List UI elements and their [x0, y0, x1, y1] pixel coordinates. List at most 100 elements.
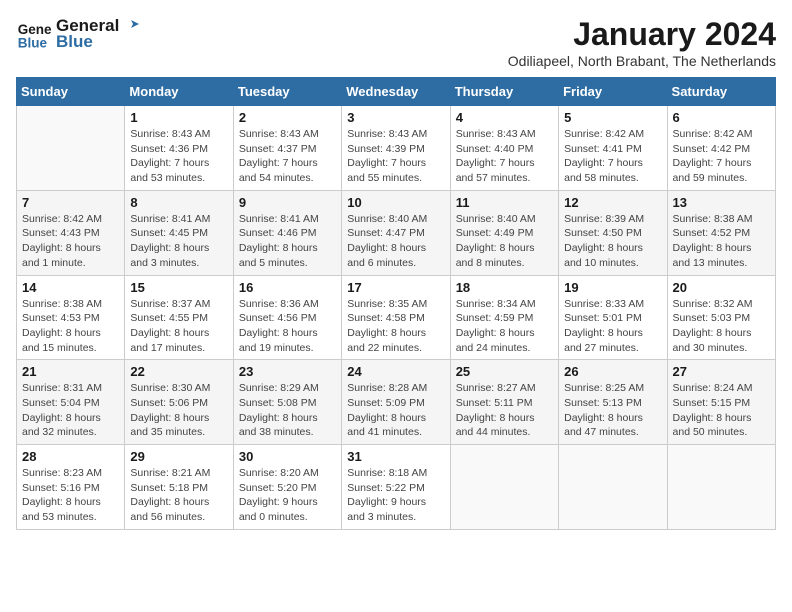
calendar-week-2: 7Sunrise: 8:42 AMSunset: 4:43 PMDaylight…: [17, 190, 776, 275]
calendar-cell: 20 Sunrise: 8:32 AMSunset: 5:03 PMDayligh…: [667, 275, 775, 360]
calendar-cell: 21Sunrise: 8:31 AMSunset: 5:04 PMDayligh…: [17, 360, 125, 445]
day-number: 17: [347, 280, 444, 295]
day-number: 22: [130, 364, 227, 379]
header-friday: Friday: [559, 78, 667, 106]
day-info: Sunrise: 8:40 AMSunset: 4:47 PMDaylight:…: [347, 212, 444, 271]
day-number: 14: [22, 280, 119, 295]
header-sunday: Sunday: [17, 78, 125, 106]
day-number: 26: [564, 364, 661, 379]
header-monday: Monday: [125, 78, 233, 106]
calendar-cell: 4 Sunrise: 8:43 AMSunset: 4:40 PMDaylight…: [450, 106, 558, 191]
calendar-cell: 15 Sunrise: 8:37 AMSunset: 4:55 PMDayligh…: [125, 275, 233, 360]
day-info: Sunrise: 8:42 AMSunset: 4:43 PMDaylight:…: [22, 212, 119, 271]
calendar-cell: 17 Sunrise: 8:35 AMSunset: 4:58 PMDayligh…: [342, 275, 450, 360]
calendar-week-5: 28Sunrise: 8:23 AMSunset: 5:16 PMDayligh…: [17, 445, 776, 530]
day-number: 1: [130, 110, 227, 125]
calendar-cell: 23 Sunrise: 8:29 AMSunset: 5:08 PMDayligh…: [233, 360, 341, 445]
calendar-cell: [450, 445, 558, 530]
header-thursday: Thursday: [450, 78, 558, 106]
calendar-cell: 27 Sunrise: 8:24 AMSunset: 5:15 PMDayligh…: [667, 360, 775, 445]
calendar-cell: 26Sunrise: 8:25 AMSunset: 5:13 PMDayligh…: [559, 360, 667, 445]
calendar-cell: 16 Sunrise: 8:36 AMSunset: 4:56 PMDayligh…: [233, 275, 341, 360]
calendar-cell: [667, 445, 775, 530]
day-info: Sunrise: 8:43 AMSunset: 4:36 PMDaylight:…: [130, 127, 227, 186]
day-number: 6: [673, 110, 770, 125]
day-info: Sunrise: 8:29 AMSunset: 5:08 PMDaylight:…: [239, 381, 336, 440]
day-number: 11: [456, 195, 553, 210]
location-subtitle: Odiliapeel, North Brabant, The Netherlan…: [508, 53, 776, 69]
day-number: 5: [564, 110, 661, 125]
day-number: 27: [673, 364, 770, 379]
day-number: 24: [347, 364, 444, 379]
header-saturday: Saturday: [667, 78, 775, 106]
calendar-cell: 14Sunrise: 8:38 AMSunset: 4:53 PMDayligh…: [17, 275, 125, 360]
day-info: Sunrise: 8:23 AMSunset: 5:16 PMDaylight:…: [22, 466, 119, 525]
calendar-cell: 24 Sunrise: 8:28 AMSunset: 5:09 PMDayligh…: [342, 360, 450, 445]
calendar-cell: 13Sunrise: 8:38 AMSunset: 4:52 PMDayligh…: [667, 190, 775, 275]
day-info: Sunrise: 8:43 AMSunset: 4:40 PMDaylight:…: [456, 127, 553, 186]
logo-bird-icon: [121, 18, 139, 34]
day-info: Sunrise: 8:28 AMSunset: 5:09 PMDaylight:…: [347, 381, 444, 440]
day-info: Sunrise: 8:32 AMSunset: 5:03 PMDaylight:…: [673, 297, 770, 356]
day-number: 19: [564, 280, 661, 295]
day-info: Sunrise: 8:30 AMSunset: 5:06 PMDaylight:…: [130, 381, 227, 440]
day-number: 3: [347, 110, 444, 125]
calendar-cell: 5 Sunrise: 8:42 AMSunset: 4:41 PMDaylight…: [559, 106, 667, 191]
day-number: 23: [239, 364, 336, 379]
day-info: Sunrise: 8:41 AMSunset: 4:46 PMDaylight:…: [239, 212, 336, 271]
calendar-cell: 6Sunrise: 8:42 AMSunset: 4:42 PMDaylight…: [667, 106, 775, 191]
logo: General Blue General Blue: [16, 16, 139, 52]
day-info: Sunrise: 8:43 AMSunset: 4:39 PMDaylight:…: [347, 127, 444, 186]
day-info: Sunrise: 8:21 AMSunset: 5:18 PMDaylight:…: [130, 466, 227, 525]
page-header: General Blue General Blue January 2024 O…: [16, 16, 776, 69]
day-number: 29: [130, 449, 227, 464]
calendar-cell: 19 Sunrise: 8:33 AMSunset: 5:01 PMDayligh…: [559, 275, 667, 360]
calendar-cell: 11Sunrise: 8:40 AMSunset: 4:49 PMDayligh…: [450, 190, 558, 275]
day-info: Sunrise: 8:34 AMSunset: 4:59 PMDaylight:…: [456, 297, 553, 356]
day-info: Sunrise: 8:35 AMSunset: 4:58 PMDaylight:…: [347, 297, 444, 356]
day-number: 30: [239, 449, 336, 464]
day-info: Sunrise: 8:33 AMSunset: 5:01 PMDaylight:…: [564, 297, 661, 356]
header-wednesday: Wednesday: [342, 78, 450, 106]
calendar-header-row: Sunday Monday Tuesday Wednesday Thursday…: [17, 78, 776, 106]
day-info: Sunrise: 8:18 AMSunset: 5:22 PMDaylight:…: [347, 466, 444, 525]
day-info: Sunrise: 8:36 AMSunset: 4:56 PMDaylight:…: [239, 297, 336, 356]
calendar-cell: 30 Sunrise: 8:20 AMSunset: 5:20 PMDayligh…: [233, 445, 341, 530]
day-info: Sunrise: 8:20 AMSunset: 5:20 PMDaylight:…: [239, 466, 336, 525]
day-number: 20: [673, 280, 770, 295]
calendar-cell: 12 Sunrise: 8:39 AMSunset: 4:50 PMDayligh…: [559, 190, 667, 275]
calendar-cell: 9 Sunrise: 8:41 AMSunset: 4:46 PMDaylight…: [233, 190, 341, 275]
day-number: 2: [239, 110, 336, 125]
day-number: 8: [130, 195, 227, 210]
calendar-cell: 2 Sunrise: 8:43 AMSunset: 4:37 PMDaylight…: [233, 106, 341, 191]
svg-text:Blue: Blue: [18, 36, 48, 51]
day-info: Sunrise: 8:27 AMSunset: 5:11 PMDaylight:…: [456, 381, 553, 440]
day-number: 12: [564, 195, 661, 210]
day-number: 4: [456, 110, 553, 125]
month-title: January 2024: [508, 16, 776, 53]
calendar-cell: [559, 445, 667, 530]
day-number: 25: [456, 364, 553, 379]
day-number: 10: [347, 195, 444, 210]
calendar-table: Sunday Monday Tuesday Wednesday Thursday…: [16, 77, 776, 530]
calendar-cell: 3 Sunrise: 8:43 AMSunset: 4:39 PMDaylight…: [342, 106, 450, 191]
calendar-cell: 31Sunrise: 8:18 AMSunset: 5:22 PMDayligh…: [342, 445, 450, 530]
day-number: 16: [239, 280, 336, 295]
day-info: Sunrise: 8:39 AMSunset: 4:50 PMDaylight:…: [564, 212, 661, 271]
day-info: Sunrise: 8:24 AMSunset: 5:15 PMDaylight:…: [673, 381, 770, 440]
calendar-cell: [17, 106, 125, 191]
calendar-cell: 25 Sunrise: 8:27 AMSunset: 5:11 PMDayligh…: [450, 360, 558, 445]
day-info: Sunrise: 8:41 AMSunset: 4:45 PMDaylight:…: [130, 212, 227, 271]
calendar-week-4: 21Sunrise: 8:31 AMSunset: 5:04 PMDayligh…: [17, 360, 776, 445]
calendar-week-3: 14Sunrise: 8:38 AMSunset: 4:53 PMDayligh…: [17, 275, 776, 360]
day-info: Sunrise: 8:43 AMSunset: 4:37 PMDaylight:…: [239, 127, 336, 186]
calendar-cell: 18 Sunrise: 8:34 AMSunset: 4:59 PMDayligh…: [450, 275, 558, 360]
day-number: 9: [239, 195, 336, 210]
day-info: Sunrise: 8:42 AMSunset: 4:41 PMDaylight:…: [564, 127, 661, 186]
day-info: Sunrise: 8:37 AMSunset: 4:55 PMDaylight:…: [130, 297, 227, 356]
day-number: 21: [22, 364, 119, 379]
day-number: 18: [456, 280, 553, 295]
calendar-cell: 28Sunrise: 8:23 AMSunset: 5:16 PMDayligh…: [17, 445, 125, 530]
day-number: 15: [130, 280, 227, 295]
calendar-cell: 7Sunrise: 8:42 AMSunset: 4:43 PMDaylight…: [17, 190, 125, 275]
